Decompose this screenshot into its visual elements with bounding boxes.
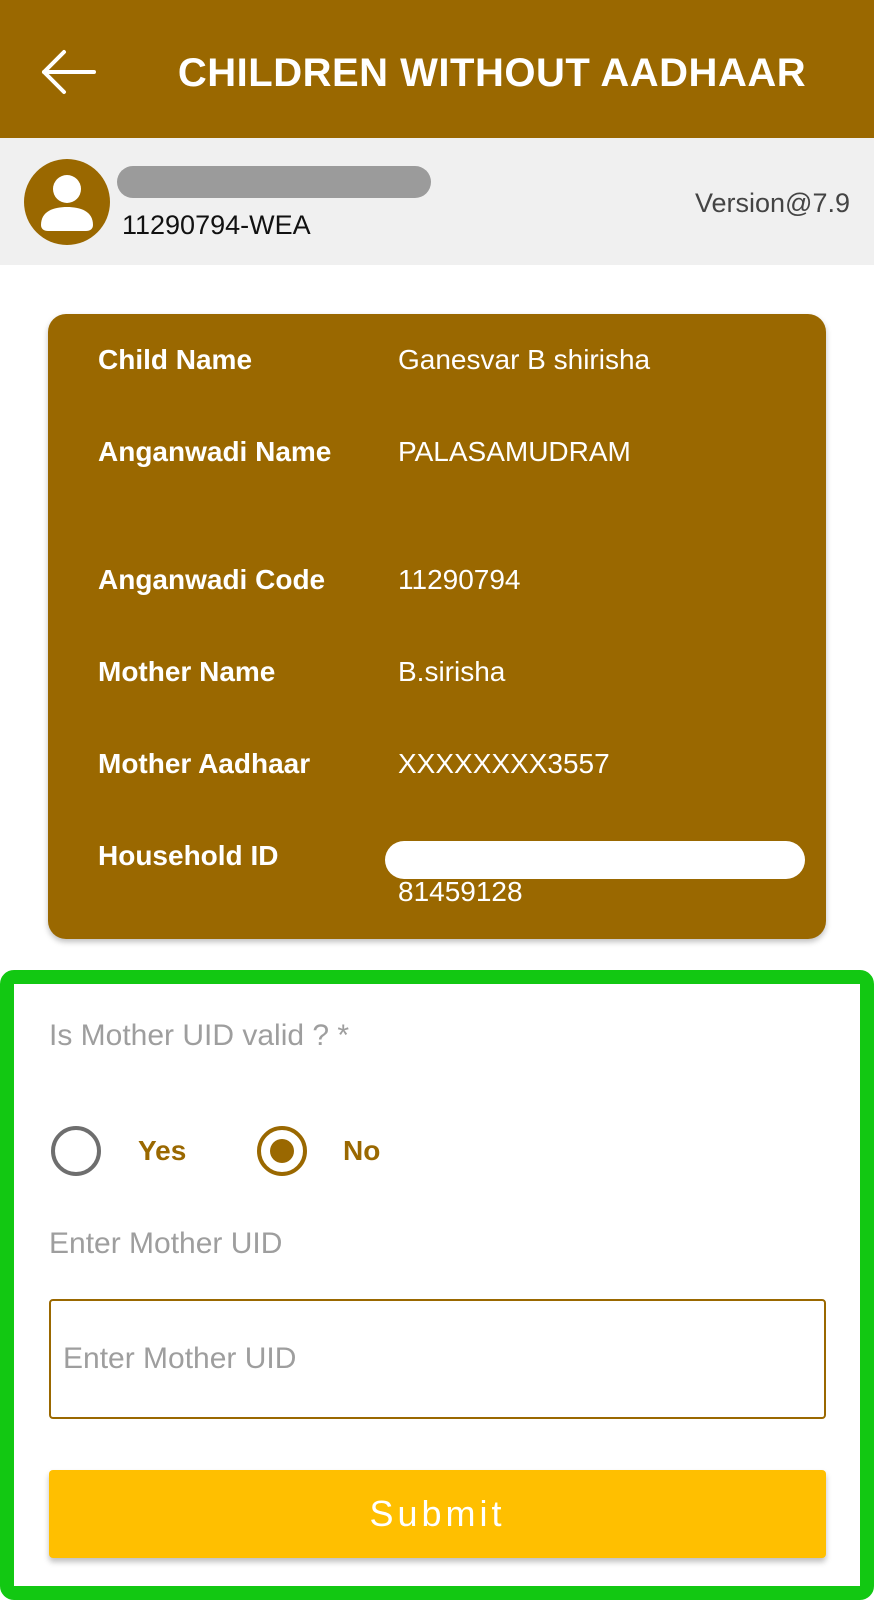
info-value: Ganesvar B shirisha	[398, 344, 651, 375]
radio-no[interactable]	[257, 1126, 307, 1176]
arrow-left-icon	[42, 50, 96, 94]
user-code: 11290794-WEA	[122, 210, 311, 240]
app-version: Version@7.9	[695, 188, 850, 218]
radio-no-label[interactable]: No	[343, 1131, 380, 1171]
submit-button[interactable]: Submit	[49, 1470, 826, 1558]
avatar[interactable]	[24, 159, 110, 245]
info-label: Mother Aadhaar	[98, 748, 311, 779]
person-icon	[41, 175, 93, 231]
app-bar: CHILDREN WITHOUT AADHAAR	[0, 0, 874, 138]
info-value: XXXXXXXX3557	[398, 748, 610, 779]
info-label: Anganwadi Name	[98, 436, 332, 467]
info-value: 11290794	[398, 564, 521, 595]
back-button[interactable]	[36, 42, 100, 102]
mother-uid-input[interactable]	[49, 1299, 826, 1419]
radio-yes-label[interactable]: Yes	[138, 1131, 186, 1171]
redacted-household-id	[385, 841, 805, 879]
info-label: Anganwadi Code	[98, 564, 326, 595]
radio-yes[interactable]	[51, 1126, 101, 1176]
info-label: Mother Name	[98, 656, 276, 687]
info-value: PALASAMUDRAM	[398, 436, 631, 467]
page-title: CHILDREN WITHOUT AADHAAR	[177, 51, 807, 95]
mother-uid-caption: Enter Mother UID	[49, 1227, 283, 1260]
redacted-user-name	[117, 166, 431, 198]
mother-uid-form: Is Mother UID valid ? * Yes No Enter Mot…	[0, 970, 874, 1600]
info-value: B.sirisha	[398, 656, 506, 687]
child-info-card: Child Name Ganesvar B shirisha Anganwadi…	[48, 314, 826, 939]
radio-selected-dot	[270, 1139, 294, 1163]
user-info-bar: 11290794-WEA Version@7.9	[0, 138, 874, 265]
info-label: Child Name	[98, 344, 253, 375]
uid-validity-question: Is Mother UID valid ? *	[49, 1019, 350, 1052]
info-label: Household ID	[98, 840, 279, 871]
